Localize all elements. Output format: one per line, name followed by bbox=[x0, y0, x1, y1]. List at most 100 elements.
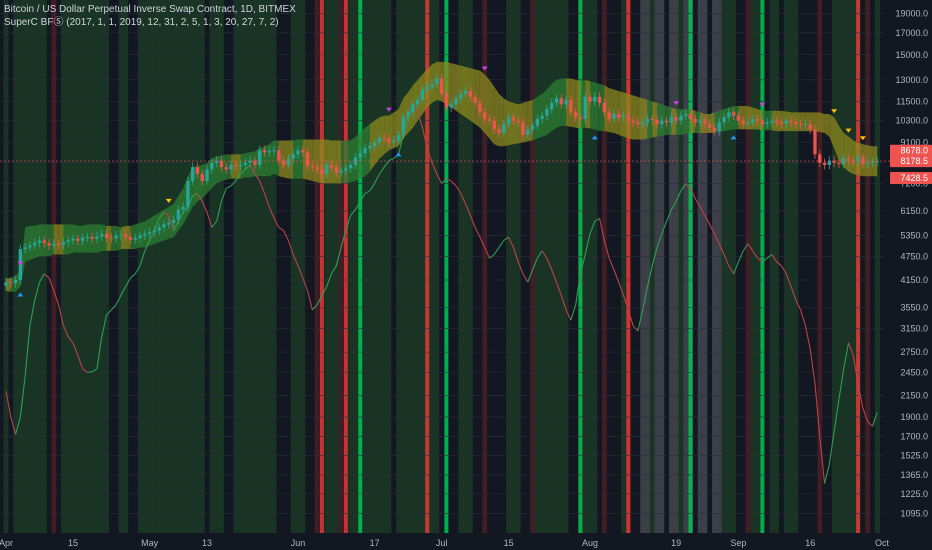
band-segment bbox=[513, 102, 519, 145]
y-tick-label: 4150.0 bbox=[900, 275, 928, 285]
candle-body bbox=[90, 237, 94, 239]
candle-body bbox=[401, 117, 405, 135]
candle-body bbox=[521, 122, 525, 135]
candle-body bbox=[37, 240, 42, 243]
candle-body bbox=[396, 134, 401, 141]
candle-body bbox=[4, 282, 8, 286]
candle-body bbox=[28, 245, 32, 248]
candle-body bbox=[363, 148, 367, 154]
candle-body bbox=[655, 119, 659, 125]
candle-body bbox=[727, 112, 731, 118]
candle-body bbox=[329, 164, 334, 168]
band-segment bbox=[130, 224, 136, 250]
band-segment bbox=[848, 136, 854, 174]
candle-body bbox=[751, 118, 755, 123]
y-tick-label: 15000.0 bbox=[895, 50, 928, 60]
chart-canvas[interactable]: 19000.0 17000.0 15000.0 13000.0 11500.0 10300… bbox=[0, 0, 932, 550]
price-tag-label: 8178.5 bbox=[900, 156, 928, 166]
band-segment bbox=[73, 224, 78, 253]
candle-body bbox=[483, 112, 487, 119]
candle-body bbox=[258, 150, 262, 165]
band-segment bbox=[479, 70, 485, 133]
candle-body bbox=[660, 120, 664, 125]
candle-body bbox=[315, 167, 319, 170]
band-segment bbox=[345, 140, 351, 184]
candle-body bbox=[578, 117, 583, 119]
candle-body bbox=[506, 117, 511, 125]
candle-body bbox=[171, 219, 176, 223]
candle-body bbox=[664, 120, 669, 123]
candle-body bbox=[526, 129, 530, 135]
x-tick-label: Oct bbox=[875, 538, 890, 548]
band-segment bbox=[527, 99, 533, 142]
y-tick-label: 1365.0 bbox=[900, 470, 928, 480]
candle-body bbox=[100, 233, 104, 237]
y-tick-label: 4750.0 bbox=[900, 251, 928, 261]
symbol-title[interactable]: Bitcoin / US Dollar Perpetual Inverse Sw… bbox=[4, 3, 296, 16]
candle-body bbox=[540, 115, 544, 119]
band-segment bbox=[455, 64, 461, 114]
candle-body bbox=[449, 104, 453, 108]
candle-body bbox=[545, 109, 549, 116]
band-segment bbox=[657, 102, 662, 137]
candle-body bbox=[684, 113, 688, 116]
candle-body bbox=[210, 162, 214, 170]
band-segment bbox=[489, 79, 495, 145]
candle-body bbox=[358, 153, 362, 158]
y-tick-label: 1225.0 bbox=[900, 489, 928, 499]
candle-body bbox=[703, 120, 707, 125]
candle-body bbox=[267, 151, 271, 153]
candle-body bbox=[688, 113, 693, 119]
y-tick-label: 13000.0 bbox=[895, 75, 928, 85]
candle-body bbox=[425, 86, 429, 90]
band-segment bbox=[743, 105, 748, 130]
candle-body bbox=[502, 124, 506, 133]
candle-body bbox=[296, 150, 300, 155]
band-segment bbox=[384, 115, 389, 155]
candle-body bbox=[463, 90, 468, 94]
y-tick-label: 2450.0 bbox=[900, 367, 928, 377]
candle-body bbox=[837, 162, 841, 164]
band-segment bbox=[321, 139, 327, 184]
y-tick-label: 1095.0 bbox=[900, 509, 928, 519]
band-segment bbox=[25, 225, 30, 262]
candle-body bbox=[176, 209, 181, 220]
band-segment bbox=[269, 140, 275, 177]
candle-body bbox=[731, 112, 736, 116]
candle-body bbox=[554, 98, 559, 103]
candle-body bbox=[123, 234, 128, 238]
band-segment bbox=[58, 224, 64, 255]
candle-body bbox=[392, 140, 396, 143]
candle-body bbox=[377, 137, 382, 143]
candle-body bbox=[870, 161, 875, 163]
candle-body bbox=[262, 150, 267, 153]
candle-body bbox=[243, 162, 248, 165]
indicator-title[interactable]: SuperC BFⓈ (2017, 1, 1, 2019, 12, 31, 2,… bbox=[4, 16, 296, 29]
band-segment bbox=[293, 139, 298, 179]
candle-body bbox=[181, 206, 185, 210]
candle-body bbox=[822, 162, 827, 165]
candle-body bbox=[435, 78, 439, 84]
band-segment bbox=[39, 224, 45, 257]
candle-body bbox=[607, 112, 611, 119]
candle-body bbox=[162, 224, 166, 228]
band-segment bbox=[63, 224, 69, 255]
band-segment bbox=[216, 155, 222, 184]
y-tick-label: 2750.0 bbox=[900, 347, 928, 357]
candle-body bbox=[468, 90, 473, 97]
candle-body bbox=[497, 129, 501, 133]
candle-body bbox=[420, 89, 425, 100]
candle-body bbox=[775, 120, 779, 123]
x-tick-label: 16 bbox=[805, 538, 815, 548]
candle-body bbox=[71, 238, 75, 241]
band-segment bbox=[379, 115, 385, 159]
band-segment bbox=[685, 109, 691, 134]
band-segment bbox=[633, 95, 638, 140]
candle-body bbox=[803, 124, 808, 126]
band-segment bbox=[331, 140, 337, 184]
candle-body bbox=[808, 124, 812, 130]
x-tick-label: Jun bbox=[291, 538, 306, 548]
candle-body bbox=[152, 230, 157, 233]
candle-body bbox=[631, 120, 635, 123]
band-segment bbox=[623, 92, 629, 139]
